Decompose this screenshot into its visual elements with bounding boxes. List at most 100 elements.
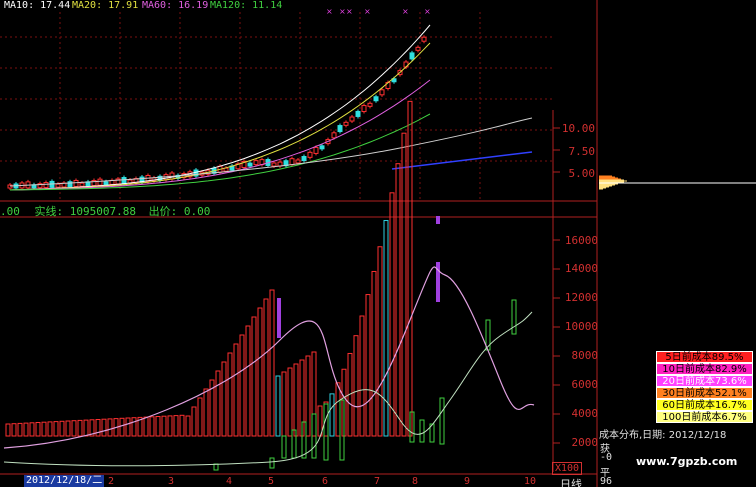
candle-body [367,102,373,107]
time-tick: 10 [524,476,537,487]
chujia-value: 出价: 0.00 [148,205,211,218]
volume-bar [29,422,35,437]
volume-bar [371,270,377,437]
candle-body [421,36,427,42]
volume-bar [305,355,311,437]
volume-bar [359,315,365,437]
volume-bar [179,414,185,437]
volume-bar [173,415,179,437]
cost-row-96: 96 [600,476,613,487]
volume-bar [155,416,161,437]
price-tick: 7.50 [568,145,596,158]
time-tick: 3 [168,476,175,487]
candle-body [337,125,343,133]
volume-bar [191,406,197,437]
candle-body [355,110,361,117]
cost-item-20d: 20日前成本73.6% [656,375,753,387]
candle-body [247,162,253,167]
cost-item-5d: 5日前成本89.5% [656,351,753,363]
green-volume-bar [281,435,287,459]
candle-body [319,145,325,150]
volume-bar [335,382,341,437]
candle-body [295,159,301,164]
marker-x: × [346,7,353,16]
volume-bar [293,363,299,437]
volume-bar [287,367,293,437]
candle-body [415,46,421,51]
candle-body [409,52,415,60]
volume-bar [125,417,131,437]
volume-tick: 10000 [564,320,598,333]
green-volume-bar [419,419,425,443]
volume-bar [215,370,221,437]
volume-bar [77,419,83,437]
volume-bar [383,220,389,437]
time-tick: 6 [322,476,329,487]
volume-bar [71,420,77,437]
candle-body [277,161,283,167]
candle-body [361,105,367,113]
green-volume-bar [269,457,275,469]
candle-body [43,182,49,189]
time-tick: 8 [412,476,419,487]
volume-tick: 12000 [564,291,598,304]
marker-x: × [402,7,409,16]
volume-bar [365,294,371,437]
volume-bar [35,422,41,437]
volume-bar [395,163,401,437]
volume-bar [353,335,359,437]
candle-body [103,181,109,186]
candle-body [313,146,319,154]
cost-item-30d: 30日前成本52.1% [656,387,753,399]
volume-bar [233,343,239,437]
candle-body [97,178,103,186]
marker-x: × [326,7,333,16]
candle-body [349,116,355,122]
period-label[interactable]: 日线 [560,476,582,487]
volume-bar [149,416,155,437]
marker-x: × [364,7,371,16]
time-tick: 9 [464,476,471,487]
candle-body [67,181,73,188]
volume-bar-peak [277,298,281,338]
watermark: www.7gpzb.com [636,455,738,468]
ma120-label: MA120: 11.14 [210,0,283,11]
volume-bar [131,417,137,437]
marker-x: × [339,7,346,16]
candle-body [73,179,79,187]
chart-canvas[interactable]: × × × × × × [0,0,756,487]
volume-bar [221,361,227,437]
volume-bar [197,397,203,437]
volume-bar [47,421,53,437]
candle-body [331,132,337,139]
stock-chart-window: × × × × × × MA10: 17.44 MA20: 17.91 MA60: 16.… [0,0,756,487]
cost-distribution-title: 成本分布,日期: 2012/12/18 [599,430,727,441]
candle-body [79,182,85,187]
volume-bar [101,418,107,437]
candle-body [301,156,307,162]
volume-bar [17,422,23,437]
volume-bar [41,421,47,437]
candle-body [343,121,349,126]
volume-bar [281,371,287,437]
cost-row-zero: -0 [600,452,613,463]
ma10-label: MA10: 17.44 [4,0,71,11]
green-volume-bar [511,299,517,335]
green-volume-bar [323,403,329,461]
marker-x: × [424,7,431,16]
volume-bar [143,416,149,437]
volume-unit: X100 [552,462,583,475]
cost-item-100d: 100日前成本6.7% [656,411,753,423]
ma120-line [9,113,431,191]
volume-bar [239,334,245,437]
candle-body [373,96,379,102]
candle-body [271,162,277,167]
price-tick: 5.00 [568,167,596,180]
volume-bar [227,352,233,437]
candle-body [307,151,313,158]
shiji-value: 实线: 1095007.88 [34,205,136,218]
candle-body [55,183,61,188]
candle-body [253,160,259,166]
volume-tick: 14000 [564,262,598,275]
volume-bar [59,420,65,437]
